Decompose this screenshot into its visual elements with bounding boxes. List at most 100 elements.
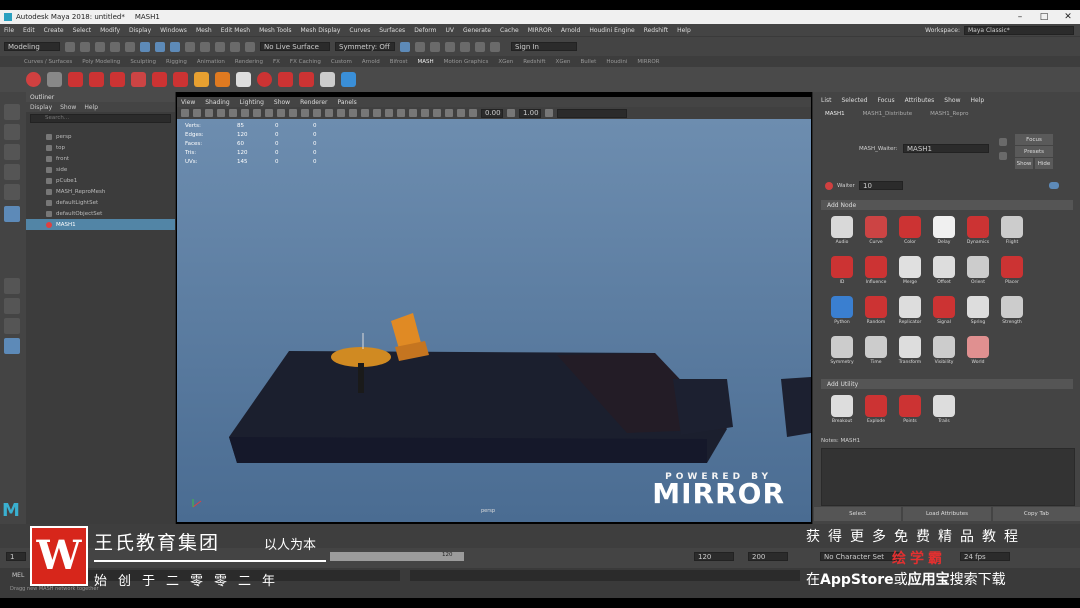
mode-dropdown[interactable]: Modeling: [4, 42, 60, 51]
ae-menu-list[interactable]: List: [821, 97, 832, 104]
bevel-icon[interactable]: [215, 72, 230, 87]
shelf-tab[interactable]: Animation: [197, 59, 225, 65]
outliner-item[interactable]: front: [26, 153, 175, 164]
mash-node-transform-button[interactable]: Transform: [893, 336, 927, 365]
ae-tab-distribute[interactable]: MASH1_Distribute: [863, 111, 912, 117]
menu-generate[interactable]: Generate: [463, 27, 491, 34]
outliner-item[interactable]: pCube1: [26, 175, 175, 186]
anim-end-field[interactable]: 200: [748, 552, 788, 561]
render-view-icon[interactable]: [400, 41, 410, 52]
mash-node-dynamics-button[interactable]: Dynamics: [961, 216, 995, 245]
maximize-button[interactable]: □: [1032, 12, 1056, 22]
rotate-tool-icon[interactable]: [4, 184, 20, 200]
workspace-dropdown[interactable]: Maya Classic*: [964, 25, 1074, 35]
mash-node-influence-button[interactable]: Influence: [859, 256, 893, 285]
outliner-item[interactable]: persp: [26, 131, 175, 142]
mash-node-symmetry-button[interactable]: Symmetry: [825, 336, 859, 365]
scale-tool-icon[interactable]: [4, 206, 20, 222]
menu-deform[interactable]: Deform: [414, 27, 436, 34]
shelf-tab[interactable]: XGen: [498, 59, 513, 65]
notes-field[interactable]: [821, 448, 1075, 506]
mash-utility-breakout-button[interactable]: Breakout: [825, 395, 859, 424]
mash-node-replicator-button[interactable]: Replicator: [893, 296, 927, 325]
shelf-tab[interactable]: MIRROR: [637, 59, 659, 65]
paint-select-icon[interactable]: [4, 144, 20, 160]
node-in-icon[interactable]: [999, 138, 1007, 146]
menu-mesh-tools[interactable]: Mesh Tools: [259, 27, 291, 34]
shelf-tab[interactable]: Motion Graphics: [444, 59, 489, 65]
single-view-layout-icon[interactable]: [4, 278, 20, 294]
lasso-tool-icon[interactable]: [4, 124, 20, 140]
snap-grid-icon[interactable]: [185, 41, 195, 52]
select-button[interactable]: Select: [814, 507, 902, 521]
viewport-persp[interactable]: View Shading Lighting Show Renderer Pane…: [177, 97, 811, 522]
mash-node-placer-button[interactable]: Placer: [995, 256, 1029, 285]
mash-node-flight-button[interactable]: Flight: [995, 216, 1029, 245]
focus-button[interactable]: Focus: [1015, 134, 1053, 145]
outliner-search-input[interactable]: Search...: [30, 114, 171, 123]
menu-display[interactable]: Display: [129, 27, 151, 34]
dynamics-icon[interactable]: [173, 72, 188, 87]
outliner-layout-icon[interactable]: [4, 338, 20, 354]
ae-menu-selected[interactable]: Selected: [842, 97, 868, 104]
snap-surface-icon[interactable]: [245, 41, 255, 52]
sign-in-button[interactable]: Sign In: [511, 42, 577, 51]
node-name-field[interactable]: MASH1: [903, 144, 989, 153]
ae-menu-attributes[interactable]: Attributes: [905, 97, 935, 104]
snap-curve-icon[interactable]: [200, 41, 210, 52]
shelf-tab[interactable]: Bifrost: [390, 59, 408, 65]
waiter-field[interactable]: 10: [859, 181, 903, 190]
menu-modify[interactable]: Modify: [100, 27, 120, 34]
node-out-icon[interactable]: [999, 152, 1007, 160]
menu-uv[interactable]: UV: [446, 27, 455, 34]
select-component-icon[interactable]: [170, 41, 180, 52]
menu-create[interactable]: Create: [44, 27, 64, 34]
shelf-tab[interactable]: Rigging: [166, 59, 187, 65]
select-tool-icon[interactable]: [4, 104, 20, 120]
mash-node-audio-button[interactable]: Audio: [825, 216, 859, 245]
shelf-tab[interactable]: Curves / Surfaces: [24, 59, 72, 65]
mash-node-color-button[interactable]: Color: [893, 216, 927, 245]
mash-node-delay-button[interactable]: Delay: [927, 216, 961, 245]
live-surface-field[interactable]: No Live Surface: [260, 42, 330, 51]
symmetry-dropdown[interactable]: Symmetry: Off: [335, 42, 395, 51]
mash-node-signal-button[interactable]: Signal: [927, 296, 961, 325]
curve-icon[interactable]: [110, 72, 125, 87]
outliner-menu-show[interactable]: Show: [60, 104, 76, 111]
menu-edit-mesh[interactable]: Edit Mesh: [221, 27, 250, 34]
mash-node-random-button[interactable]: Random: [859, 296, 893, 325]
mash-node-merge-button[interactable]: Merge: [893, 256, 927, 285]
mash-node-world-button[interactable]: World: [961, 336, 995, 365]
side-by-side-layout-icon[interactable]: [4, 318, 20, 334]
menu-arnold[interactable]: Arnold: [561, 27, 580, 34]
range-start-field[interactable]: 1: [6, 552, 26, 561]
select-hierarchy-icon[interactable]: [140, 41, 150, 52]
menu-file[interactable]: File: [4, 27, 14, 34]
shelf-tab[interactable]: Custom: [331, 59, 352, 65]
mash-node-curve-button[interactable]: Curve: [859, 216, 893, 245]
refresh-icon[interactable]: [236, 72, 251, 87]
mash-node-python-button[interactable]: Python: [825, 296, 859, 325]
menu-surfaces[interactable]: Surfaces: [379, 27, 405, 34]
ae-tab-repro[interactable]: MASH1_Repro: [930, 111, 968, 117]
outliner-item[interactable]: MASH_ReproMesh: [26, 186, 175, 197]
redo-icon[interactable]: [125, 41, 135, 52]
hide-button[interactable]: Hide: [1035, 158, 1053, 169]
modeling-toolkit-icon[interactable]: [475, 41, 485, 52]
hypershade-icon[interactable]: [460, 41, 470, 52]
ipr-render-icon[interactable]: [430, 41, 440, 52]
text-icon[interactable]: [68, 72, 83, 87]
ae-menu-help[interactable]: Help: [970, 97, 984, 104]
load-attributes-button[interactable]: Load Attributes: [903, 507, 991, 521]
color-icon[interactable]: [131, 72, 146, 87]
outliner-menu-help[interactable]: Help: [84, 104, 98, 111]
undo-icon[interactable]: [110, 41, 120, 52]
menu-edit[interactable]: Edit: [23, 27, 35, 34]
menu-mirror[interactable]: MIRROR: [528, 27, 552, 34]
ae-menu-focus[interactable]: Focus: [878, 97, 895, 104]
add-utility-section[interactable]: Add Utility: [821, 379, 1073, 389]
open-scene-icon[interactable]: [80, 41, 90, 52]
mash-utility-explode-button[interactable]: Explode: [859, 395, 893, 424]
shelf-tab-mash[interactable]: MASH: [417, 59, 433, 65]
shelf-tab[interactable]: Poly Modeling: [82, 59, 120, 65]
